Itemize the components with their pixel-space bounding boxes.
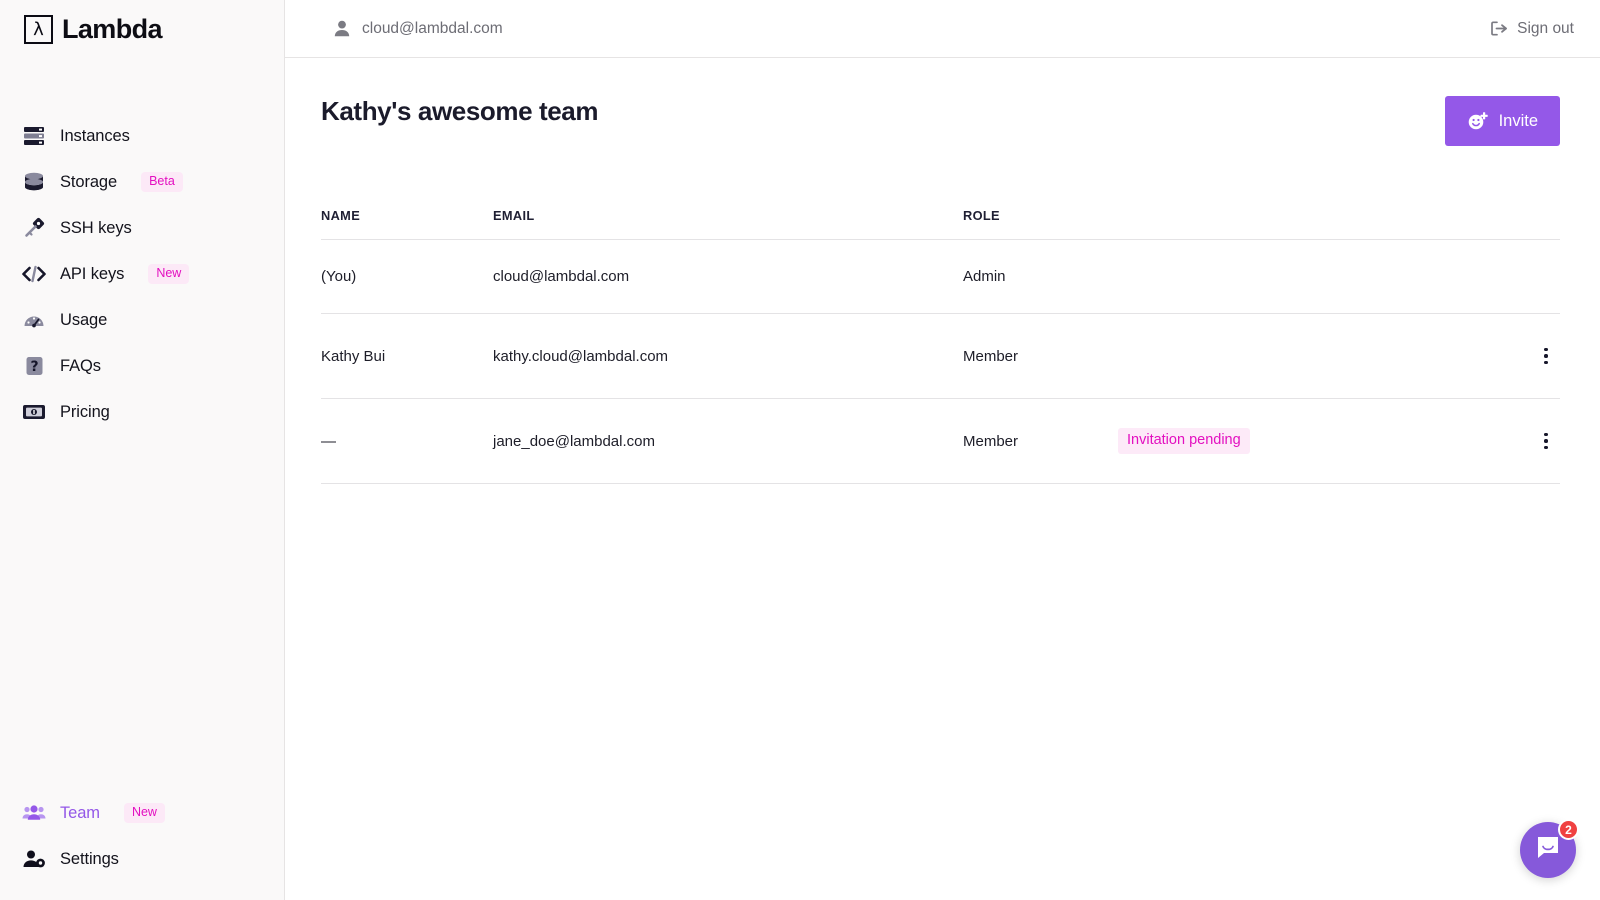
sidebar: λ Lambda Instances Storage Beta SSH keys… xyxy=(0,0,285,900)
database-icon xyxy=(22,170,46,194)
gauge-icon xyxy=(22,308,46,332)
kebab-dot xyxy=(1544,354,1548,358)
cell-name: Kathy Bui xyxy=(321,313,493,399)
table-header-row: NAME EMAIL ROLE xyxy=(321,208,1560,240)
kebab-dot xyxy=(1544,445,1548,450)
kebab-dot xyxy=(1544,432,1548,437)
sidebar-item-ssh-keys[interactable]: SSH keys xyxy=(0,205,284,251)
sidebar-item-label: SSH keys xyxy=(60,218,132,237)
sidebar-badge-new: New xyxy=(148,264,190,284)
people-icon xyxy=(22,801,46,825)
key-icon xyxy=(22,216,46,240)
invite-button[interactable]: Invite xyxy=(1444,96,1560,146)
kebab-dot xyxy=(1544,439,1548,443)
add-person-icon xyxy=(1467,109,1489,133)
user-icon xyxy=(333,17,351,41)
sign-out-icon xyxy=(1490,17,1508,41)
sidebar-item-api-keys[interactable]: API keys New xyxy=(0,251,284,297)
page-title: Kathy's awesome team xyxy=(321,96,599,126)
table-row: (You) cloud@lambdal.com Admin xyxy=(321,239,1560,314)
cell-menu xyxy=(1500,239,1560,314)
content-area: Kathy's awesome team Invite NAME EMAIL R… xyxy=(285,58,1600,484)
cell-email: kathy.cloud@lambdal.com xyxy=(493,313,963,399)
row-actions-menu-button[interactable] xyxy=(1532,427,1560,455)
sign-out-button[interactable]: Sign out xyxy=(1490,17,1574,41)
cell-name: — xyxy=(321,398,493,484)
question-box-icon: ? xyxy=(22,354,46,378)
cell-status xyxy=(1118,313,1500,399)
table-body: (You) cloud@lambdal.com Admin Kathy Bui … xyxy=(321,239,1560,484)
sidebar-item-label: Instances xyxy=(60,126,130,145)
cell-role: Member xyxy=(963,398,1118,484)
lambda-mark-icon: λ xyxy=(24,15,53,44)
main-area: cloud@lambdal.com Sign out Kathy's aweso… xyxy=(285,0,1600,900)
invite-label: Invite xyxy=(1498,111,1538,130)
sidebar-item-label: API keys xyxy=(60,264,125,283)
intercom-launcher[interactable]: 2 xyxy=(1520,819,1579,878)
account-email: cloud@lambdal.com xyxy=(362,19,503,37)
row-actions-menu-button[interactable] xyxy=(1532,342,1560,370)
app-root: λ Lambda Instances Storage Beta SSH keys… xyxy=(0,0,1600,900)
cell-role: Admin xyxy=(963,239,1118,314)
sign-out-label: Sign out xyxy=(1517,19,1574,37)
status-badge: Invitation pending xyxy=(1118,428,1250,454)
sidebar-item-instances[interactable]: Instances xyxy=(0,113,284,159)
sidebar-nav-primary: Instances Storage Beta SSH keys API keys… xyxy=(0,113,284,435)
chat-bubble-icon xyxy=(1535,835,1561,865)
team-members-table: NAME EMAIL ROLE (You) cloud@lambdal.com … xyxy=(321,208,1560,484)
sidebar-item-label: Team xyxy=(60,803,100,822)
table-row: Kathy Bui kathy.cloud@lambdal.com Member xyxy=(321,313,1560,399)
account-menu[interactable]: cloud@lambdal.com xyxy=(333,17,503,41)
user-gear-icon xyxy=(22,847,46,871)
sidebar-item-faqs[interactable]: ? FAQs xyxy=(0,343,284,389)
cell-status: Invitation pending xyxy=(1118,398,1500,484)
banknote-icon xyxy=(22,400,46,424)
sidebar-item-team[interactable]: Team New xyxy=(0,790,284,836)
table-row: — jane_doe@lambdal.com Member Invitation… xyxy=(321,398,1560,484)
sidebar-item-label: Usage xyxy=(60,310,108,329)
column-header-status xyxy=(1118,208,1500,240)
sidebar-item-label: Pricing xyxy=(60,402,110,421)
brand-name: Lambda xyxy=(62,14,163,44)
sidebar-item-pricing[interactable]: Pricing xyxy=(0,389,284,435)
page-header: Kathy's awesome team Invite xyxy=(321,58,1560,146)
sidebar-item-label: FAQs xyxy=(60,356,101,375)
cell-menu xyxy=(1500,398,1560,484)
column-header-menu xyxy=(1500,208,1560,240)
sidebar-badge-beta: Beta xyxy=(141,172,183,192)
sidebar-item-storage[interactable]: Storage Beta xyxy=(0,159,284,205)
svg-text:?: ? xyxy=(30,359,38,375)
cell-name: (You) xyxy=(321,239,493,314)
topbar: cloud@lambdal.com Sign out xyxy=(285,0,1600,58)
sidebar-item-label: Settings xyxy=(60,849,119,868)
kebab-dot xyxy=(1544,347,1548,352)
sidebar-item-settings[interactable]: Settings xyxy=(0,836,284,882)
cell-email: cloud@lambdal.com xyxy=(493,239,963,314)
sidebar-nav-secondary: Team New Settings xyxy=(0,790,284,882)
sidebar-item-label: Storage xyxy=(60,172,118,191)
cell-status xyxy=(1118,239,1500,314)
column-header-email: EMAIL xyxy=(493,208,963,240)
column-header-name: NAME xyxy=(321,208,493,240)
intercom-unread-badge: 2 xyxy=(1558,819,1579,840)
brand-logo[interactable]: λ Lambda xyxy=(0,0,284,45)
sidebar-item-usage[interactable]: Usage xyxy=(0,297,284,343)
kebab-dot xyxy=(1544,360,1548,365)
cell-menu xyxy=(1500,313,1560,399)
table-head: NAME EMAIL ROLE xyxy=(321,208,1560,240)
code-icon xyxy=(22,262,46,286)
column-header-role: ROLE xyxy=(963,208,1118,240)
cell-role: Member xyxy=(963,313,1118,399)
server-icon xyxy=(22,124,46,148)
cell-email: jane_doe@lambdal.com xyxy=(493,398,963,484)
sidebar-badge-new: New xyxy=(123,803,165,823)
